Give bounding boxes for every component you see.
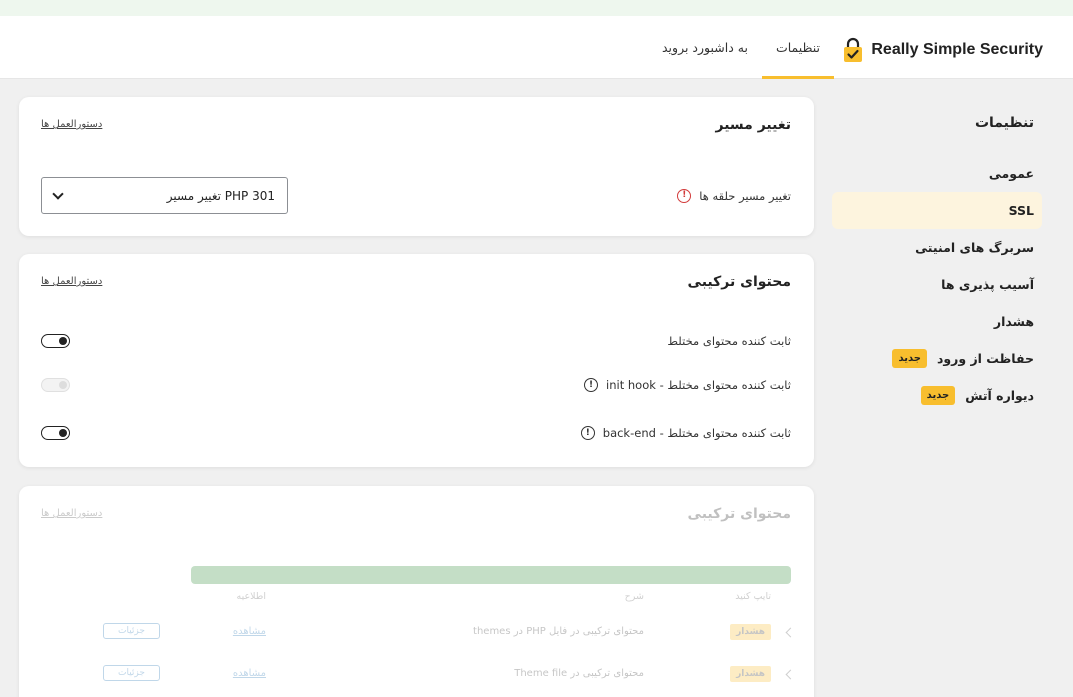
sidebar-item-label: هشدار: [993, 314, 1034, 329]
toggle-knob: [59, 380, 67, 389]
details-button[interactable]: جزئیات: [103, 665, 160, 681]
sidebar-item-vulnerabilities[interactable]: آسیب پذیری ها: [832, 266, 1042, 303]
mixed-row-init-hook: ثابت کننده محتوای مختلط - init hook !: [41, 378, 791, 392]
card-title: محتوای ترکیبی: [687, 274, 791, 290]
top-header: Really Simple Security تنظیمات به داشبور…: [0, 16, 1073, 79]
chevron-down-icon: [52, 187, 64, 200]
instructions-link[interactable]: دستورالعمل ها: [41, 508, 102, 519]
sidebar-item-label: آسیب پذیری ها: [941, 277, 1034, 292]
card-title: تغییر مسیر: [715, 117, 791, 133]
sidebar-item-label: دیواره آتش: [965, 388, 1034, 403]
view-link[interactable]: مشاهده: [233, 626, 266, 637]
details-button[interactable]: جزئیات: [103, 623, 160, 639]
toggle-knob: [59, 336, 67, 345]
row-description: محتوای ترکیبی در فایل PHP در themes: [473, 626, 644, 637]
sidebar-item-label: عمومی: [988, 166, 1034, 181]
mixed-row-back-end: ثابت کننده محتوای مختلط - back-end !: [41, 426, 791, 440]
nav-settings[interactable]: تنظیمات: [761, 16, 835, 79]
new-badge: جدید: [892, 349, 927, 368]
top-strip: [0, 0, 1073, 16]
table-row: هشدار محتوای ترکیبی در فایل PHP در theme…: [19, 614, 814, 652]
view-link[interactable]: مشاهده: [233, 668, 266, 679]
chevron-right-icon[interactable]: [785, 627, 796, 638]
top-nav: تنظیمات به داشبورد بروید: [648, 16, 835, 79]
sidebar-item-ssl[interactable]: SSL: [832, 192, 1042, 229]
redirect-select[interactable]: PHP 301 تغییر مسیر: [41, 177, 288, 214]
scan-progress-bar: [191, 566, 791, 584]
warning-icon[interactable]: !: [677, 188, 692, 203]
table-header: تایپ کنید شرح اطلاعیه: [19, 591, 814, 613]
column-header: تایپ کنید: [735, 591, 771, 602]
field-label: ثابت کننده محتوای مختلط: [667, 334, 791, 348]
sidebar-item-general[interactable]: عمومی: [832, 155, 1042, 192]
sidebar-item-notifications[interactable]: هشدار: [832, 303, 1042, 340]
select-value: PHP 301 تغییر مسیر: [166, 188, 275, 203]
redirect-field-row: تغییر مسیر حلقه ها ! PHP 301 تغییر مسیر: [41, 177, 791, 214]
card-title: محتوای ترکیبی: [687, 506, 791, 522]
field-label: ثابت کننده محتوای مختلط - init hook !: [584, 378, 791, 392]
sidebar-item-security-headers[interactable]: سربرگ های امنیتی: [832, 229, 1042, 266]
field-label-text: تغییر مسیر حلقه ها: [699, 188, 791, 203]
field-label-text: ثابت کننده محتوای مختلط - back-end: [602, 426, 791, 440]
column-header: اطلاعیه: [236, 591, 267, 602]
sidebar-title: تنظیمات: [974, 115, 1034, 131]
field-label: ثابت کننده محتوای مختلط - back-end !: [580, 426, 791, 440]
type-badge: هشدار: [730, 624, 771, 640]
brand-name: Really Simple Security: [871, 41, 1043, 58]
type-badge: هشدار: [730, 666, 771, 682]
column-header: شرح: [624, 591, 644, 602]
instructions-link[interactable]: دستورالعمل ها: [41, 119, 102, 130]
mixed-content-scan-card: محتوای ترکیبی دستورالعمل ها تایپ کنید شر…: [19, 486, 814, 697]
info-icon[interactable]: !: [580, 426, 595, 440]
mixed-row: ثابت کننده محتوای مختلط: [41, 334, 791, 348]
sidebar-item-firewall[interactable]: دیواره آتش جدید: [832, 377, 1042, 414]
toggle-knob: [59, 428, 67, 437]
table-row: هشدار محتوای ترکیبی در Theme file مشاهده…: [19, 656, 814, 694]
nav-dashboard[interactable]: به داشبورد بروید: [648, 16, 762, 79]
mixed-content-card: محتوای ترکیبی دستورالعمل ها ثابت کننده م…: [19, 254, 814, 467]
field-label-text: ثابت کننده محتوای مختلط: [667, 334, 791, 348]
sidebar-item-label: حفاظت از ورود: [936, 351, 1034, 366]
redirect-card: تغییر مسیر دستورالعمل ها تغییر مسیر حلقه…: [19, 97, 814, 236]
new-badge: جدید: [920, 386, 956, 405]
mixed-content-fixer-toggle[interactable]: [41, 334, 70, 348]
init-hook-toggle[interactable]: [41, 378, 70, 392]
instructions-link[interactable]: دستورالعمل ها: [41, 276, 102, 287]
lock-check-icon: [843, 37, 863, 63]
row-description: محتوای ترکیبی در Theme file: [514, 668, 644, 679]
field-label-text: ثابت کننده محتوای مختلط - init hook: [606, 378, 791, 392]
settings-sidebar: تنظیمات عمومی SSL سربرگ های امنیتی آسیب …: [832, 100, 1042, 414]
sidebar-item-login-protection[interactable]: حفاظت از ورود جدید: [832, 340, 1042, 377]
field-label: تغییر مسیر حلقه ها !: [677, 188, 791, 203]
sidebar-item-label: SSL: [1008, 203, 1034, 218]
info-icon[interactable]: !: [584, 378, 599, 392]
sidebar-item-label: سربرگ های امنیتی: [915, 240, 1034, 255]
chevron-right-icon[interactable]: [785, 669, 796, 680]
back-end-toggle[interactable]: [41, 426, 70, 440]
brand-logo[interactable]: Really Simple Security: [843, 36, 1043, 64]
